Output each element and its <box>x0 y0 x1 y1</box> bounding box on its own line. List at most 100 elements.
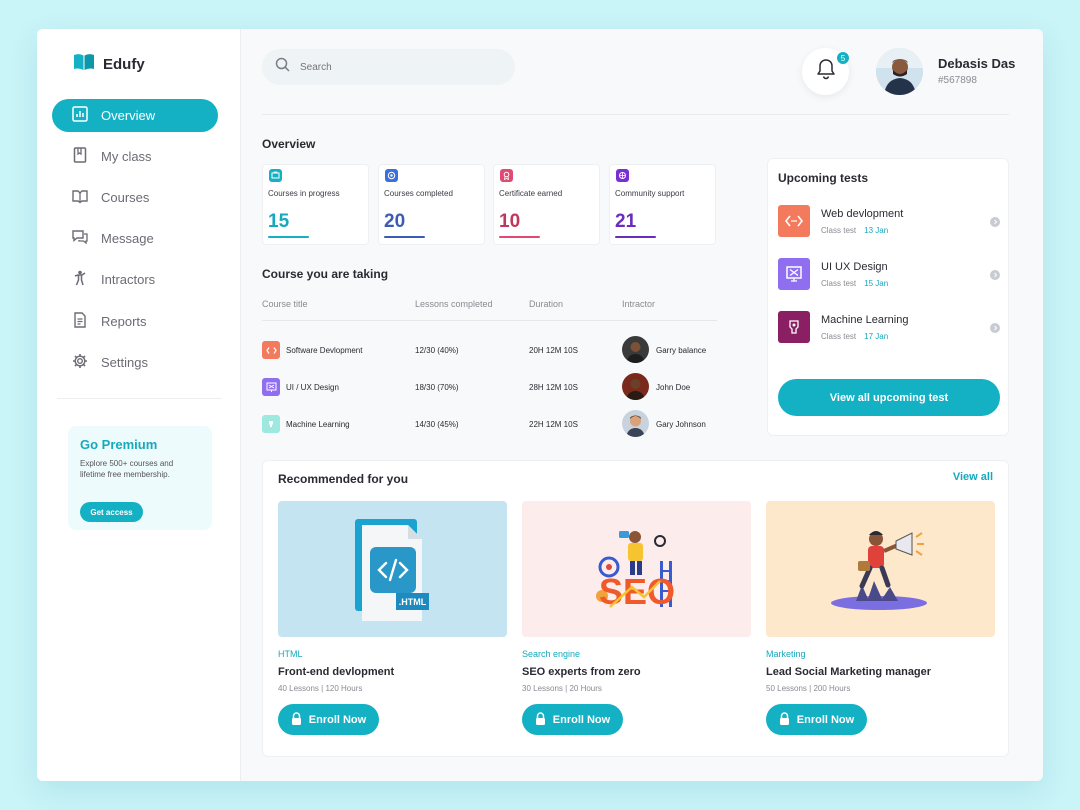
stat-card-certificates[interactable]: Certificate earned 10 <box>493 164 600 245</box>
stat-card-community[interactable]: Community support 21 <box>609 164 716 245</box>
sidebar-item-courses[interactable]: Courses <box>52 181 218 214</box>
chevron-right-icon[interactable] <box>990 270 1000 280</box>
enroll-now-button[interactable]: Enroll Now <box>278 704 379 735</box>
design-icon <box>262 378 280 396</box>
test-type: Class test <box>821 279 857 288</box>
book-icon <box>72 147 88 166</box>
courses-title: Course you are taking <box>262 267 389 281</box>
marketing-illustration <box>766 501 995 637</box>
stat-underline <box>615 236 656 238</box>
sidebar-item-message[interactable]: Message <box>52 222 218 255</box>
premium-card: Go Premium Explore 500+ courses and life… <box>68 426 212 530</box>
courses-completed-icon <box>385 169 398 182</box>
course-lessons: 18/30 (70%) <box>415 383 459 392</box>
brand-name: Edufy <box>103 56 145 73</box>
upcoming-tests-panel: Upcoming tests Web devlopment Class test… <box>767 158 1009 436</box>
sidebar-item-settings[interactable]: Settings <box>52 346 218 379</box>
person-icon <box>72 270 88 289</box>
column-header-lessons: Lessons completed <box>415 299 493 309</box>
table-row[interactable]: Software Devlopment 12/30 (40%) 20H 12M … <box>262 335 717 365</box>
view-all-tests-button[interactable]: View all upcoming test <box>778 379 1000 416</box>
card-title: Lead Social Marketing manager <box>766 666 932 678</box>
user-name: Debasis Das <box>938 56 1016 71</box>
stat-label: Courses in progress <box>268 189 340 198</box>
table-row[interactable]: Machine Learning 14/30 (45%) 22H 12M 10S… <box>262 409 717 439</box>
lock-icon <box>291 711 302 728</box>
lock-icon <box>535 711 546 728</box>
sidebar-item-label: Overview <box>101 108 156 123</box>
test-name: Machine Learning <box>821 314 909 326</box>
community-icon <box>616 169 629 182</box>
card-meta: 50 Lessons | 200 Hours <box>766 684 851 693</box>
sidebar-item-reports[interactable]: Reports <box>52 305 218 338</box>
sidebar-item-label: Courses <box>101 190 150 205</box>
stat-value: 15 <box>268 211 290 232</box>
user-id: #567898 <box>938 75 977 86</box>
stat-value: 21 <box>615 211 637 232</box>
course-title: Machine Learning <box>286 420 350 429</box>
stat-card-completed[interactable]: Courses completed 20 <box>378 164 485 245</box>
upcoming-test-item[interactable]: Machine Learning Class test 17 Jan <box>778 311 1000 345</box>
course-duration: 22H 12M 10S <box>529 420 578 429</box>
column-header-title: Course title <box>262 299 308 309</box>
stat-card-in-progress[interactable]: Courses in progress 15 <box>262 164 369 245</box>
chevron-right-icon[interactable] <box>990 217 1000 227</box>
bell-icon <box>816 58 836 85</box>
enroll-now-button[interactable]: Enroll Now <box>522 704 623 735</box>
overview-title: Overview <box>262 137 316 151</box>
message-icon <box>72 229 88 248</box>
test-date: 17 Jan <box>864 332 889 341</box>
card-meta: 40 Lessons | 120 Hours <box>278 684 363 693</box>
logo-book-icon <box>73 53 95 76</box>
stat-underline <box>268 236 309 238</box>
search-input[interactable] <box>300 61 480 73</box>
stat-underline <box>384 236 425 238</box>
sidebar-item-my-class[interactable]: My class <box>52 140 218 173</box>
stat-value: 10 <box>499 211 521 232</box>
get-access-button[interactable]: Get access <box>80 502 143 522</box>
course-title: Software Devlopment <box>286 346 363 355</box>
test-date: 15 Jan <box>864 279 889 288</box>
course-lessons: 14/30 (45%) <box>415 420 459 429</box>
test-date: 13 Jan <box>864 226 889 235</box>
card-title: Front-end devlopment <box>278 666 395 678</box>
premium-title: Go Premium <box>80 437 158 452</box>
logo[interactable]: Edufy <box>73 53 145 76</box>
chart-icon <box>72 106 88 125</box>
upcoming-test-item[interactable]: Web devlopment Class test 13 Jan <box>778 205 1000 239</box>
card-meta: 30 Lessons | 20 Hours <box>522 684 602 693</box>
stat-label: Courses completed <box>384 189 453 198</box>
test-name: UI UX Design <box>821 261 888 273</box>
search-icon <box>275 57 290 77</box>
avatar[interactable] <box>876 48 923 95</box>
chevron-right-icon[interactable] <box>990 323 1000 333</box>
sidebar-item-overview[interactable]: Overview <box>52 99 218 132</box>
sidebar-item-label: Reports <box>101 314 147 329</box>
table-divider <box>262 320 717 321</box>
stat-label: Certificate earned <box>499 189 563 198</box>
column-header-instructor: Intractor <box>622 299 656 309</box>
header-divider <box>262 114 1009 115</box>
enroll-now-button[interactable]: Enroll Now <box>766 704 867 735</box>
view-all-link[interactable]: View all <box>953 471 993 483</box>
search-bar[interactable] <box>262 49 515 85</box>
premium-text: Explore 500+ courses and lifetime free m… <box>80 459 174 479</box>
course-card[interactable]: .HTML HTML Front-end devlopment 40 Lesso… <box>278 501 507 741</box>
course-duration: 20H 12M 10S <box>529 346 578 355</box>
instructor-avatar <box>622 336 649 363</box>
notification-badge: 5 <box>836 51 850 65</box>
course-duration: 28H 12M 10S <box>529 383 578 392</box>
machine-learning-icon <box>262 415 280 433</box>
sidebar-item-label: Message <box>101 231 154 246</box>
card-category: HTML <box>278 649 303 659</box>
sidebar-item-label: Settings <box>101 355 148 370</box>
course-card[interactable]: SEO Search engine SEO experts from zero … <box>522 501 751 741</box>
sidebar: Edufy Overview My class Courses Message … <box>37 29 241 781</box>
upcoming-test-item[interactable]: UI UX Design Class test 15 Jan <box>778 258 1000 292</box>
html-illustration: .HTML <box>278 501 507 637</box>
course-title: UI / UX Design <box>286 383 339 392</box>
code-icon <box>262 341 280 359</box>
table-row[interactable]: UI / UX Design 18/30 (70%) 28H 12M 10S J… <box>262 372 717 402</box>
sidebar-item-intractors[interactable]: Intractors <box>52 263 218 296</box>
course-card[interactable]: Marketing Lead Social Marketing manager … <box>766 501 995 741</box>
